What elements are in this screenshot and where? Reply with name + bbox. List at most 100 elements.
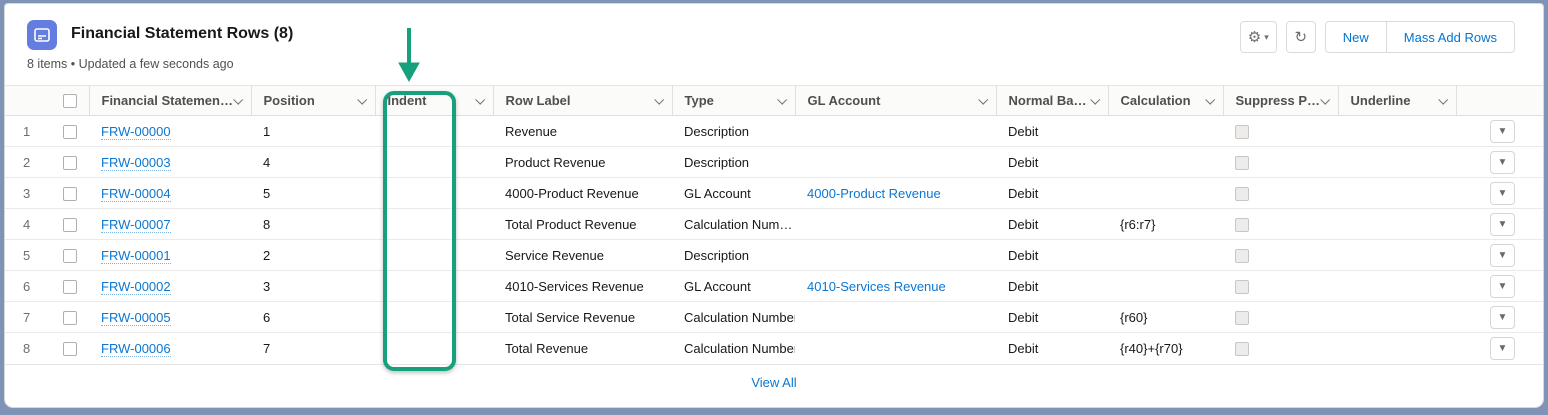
- row-checkbox[interactable]: [63, 187, 77, 201]
- position-cell: 6: [251, 302, 375, 333]
- underline-cell: [1338, 333, 1456, 364]
- column-header-gl-account[interactable]: GL Account: [795, 86, 996, 116]
- chevron-down-icon[interactable]: [357, 95, 367, 105]
- row-actions-button[interactable]: ▼: [1490, 306, 1515, 329]
- table-row: 5FRW-000012Service RevenueDescriptionDeb…: [5, 240, 1543, 271]
- indent-cell: [375, 147, 493, 178]
- chevron-down-icon[interactable]: [1090, 95, 1100, 105]
- column-header-position[interactable]: Position: [251, 86, 375, 116]
- row-checkbox[interactable]: [63, 280, 77, 294]
- table-row: 6FRW-0000234010-Services RevenueGL Accou…: [5, 271, 1543, 302]
- row-checkbox[interactable]: [63, 156, 77, 170]
- list-settings-button[interactable]: ⚙ ▾: [1240, 21, 1277, 53]
- row-checkbox[interactable]: [63, 342, 77, 356]
- column-header-normal-balance[interactable]: Normal Ba…: [996, 86, 1108, 116]
- chevron-down-icon[interactable]: [1205, 95, 1215, 105]
- row-actions-cell: ▼: [1456, 240, 1543, 271]
- normal-balance-cell: Debit: [996, 178, 1108, 209]
- row-select-cell: [51, 147, 89, 178]
- new-button[interactable]: New: [1325, 21, 1387, 53]
- record-name-cell: FRW-00007: [89, 209, 251, 240]
- list-meta-text: 8 items • Updated a few seconds ago: [27, 57, 234, 71]
- calculation-cell: [1108, 271, 1223, 302]
- type-cell: GL Account: [672, 178, 795, 209]
- row-checkbox[interactable]: [63, 249, 77, 263]
- underline-cell: [1338, 271, 1456, 302]
- calculation-cell: [1108, 240, 1223, 271]
- table-body: 1FRW-000001RevenueDescriptionDebit▼2FRW-…: [5, 116, 1543, 364]
- column-header-calculation[interactable]: Calculation: [1108, 86, 1223, 116]
- row-number: 5: [5, 240, 51, 271]
- column-header-row-label[interactable]: Row Label: [493, 86, 672, 116]
- record-link[interactable]: FRW-00002: [101, 279, 171, 295]
- record-link[interactable]: FRW-00005: [101, 310, 171, 326]
- row-label-cell: 4010-Services Revenue: [493, 271, 672, 302]
- row-checkbox[interactable]: [63, 218, 77, 232]
- position-cell: 1: [251, 116, 375, 147]
- chevron-down-icon[interactable]: [475, 95, 485, 105]
- column-header-suppress[interactable]: Suppress P…: [1223, 86, 1338, 116]
- record-name-cell: FRW-00006: [89, 333, 251, 364]
- record-link[interactable]: FRW-00000: [101, 124, 171, 140]
- column-header-type[interactable]: Type: [672, 86, 795, 116]
- gl-account-link[interactable]: 4000-Product Revenue: [807, 186, 941, 201]
- row-number: 1: [5, 116, 51, 147]
- suppress-checkbox: [1235, 249, 1249, 263]
- chevron-down-icon[interactable]: [233, 95, 243, 105]
- row-actions-button[interactable]: ▼: [1490, 244, 1515, 267]
- column-header-indent[interactable]: Indent: [375, 86, 493, 116]
- row-number-header: [5, 86, 51, 116]
- row-actions-button[interactable]: ▼: [1490, 213, 1515, 236]
- column-header-financial-statement[interactable]: Financial Statemen…: [89, 86, 251, 116]
- select-all-header: [51, 86, 89, 116]
- mass-add-rows-button[interactable]: Mass Add Rows: [1386, 21, 1515, 53]
- record-link[interactable]: FRW-00003: [101, 155, 171, 171]
- row-actions-button[interactable]: ▼: [1490, 275, 1515, 298]
- row-actions-button[interactable]: ▼: [1490, 182, 1515, 205]
- table-row: 7FRW-000056Total Service RevenueCalculat…: [5, 302, 1543, 333]
- underline-cell: [1338, 209, 1456, 240]
- row-actions-button[interactable]: ▼: [1490, 120, 1515, 143]
- row-checkbox[interactable]: [63, 311, 77, 325]
- refresh-icon: ↻: [1294, 28, 1307, 46]
- indent-cell: [375, 116, 493, 147]
- chevron-down-icon[interactable]: [777, 95, 787, 105]
- gl-account-link[interactable]: 4010-Services Revenue: [807, 279, 946, 294]
- row-actions-header: [1456, 86, 1543, 116]
- view-all-link[interactable]: View All: [751, 375, 796, 390]
- suppress-cell: [1223, 333, 1338, 364]
- row-select-cell: [51, 116, 89, 147]
- chevron-down-icon[interactable]: [654, 95, 664, 105]
- row-actions-button[interactable]: ▼: [1490, 151, 1515, 174]
- chevron-down-icon[interactable]: [1320, 95, 1330, 105]
- row-select-cell: [51, 178, 89, 209]
- calculation-cell: {r60}: [1108, 302, 1223, 333]
- position-cell: 2: [251, 240, 375, 271]
- type-cell: Calculation Number: [672, 333, 795, 364]
- row-label-cell: Total Revenue: [493, 333, 672, 364]
- record-name-cell: FRW-00000: [89, 116, 251, 147]
- record-link[interactable]: FRW-00004: [101, 186, 171, 202]
- calculation-cell: {r6:r7}: [1108, 209, 1223, 240]
- view-all-bar: View All: [5, 364, 1543, 401]
- table-row: 2FRW-000034Product RevenueDescriptionDeb…: [5, 147, 1543, 178]
- position-cell: 3: [251, 271, 375, 302]
- chevron-down-icon[interactable]: [1438, 95, 1448, 105]
- row-number: 4: [5, 209, 51, 240]
- chevron-down-icon[interactable]: [978, 95, 988, 105]
- record-link[interactable]: FRW-00007: [101, 217, 171, 233]
- gl-account-cell: [795, 240, 996, 271]
- refresh-button[interactable]: ↻: [1286, 21, 1316, 53]
- row-actions-button[interactable]: ▼: [1490, 337, 1515, 360]
- record-link[interactable]: FRW-00001: [101, 248, 171, 264]
- select-all-checkbox[interactable]: [63, 94, 77, 108]
- suppress-cell: [1223, 271, 1338, 302]
- suppress-checkbox: [1235, 218, 1249, 232]
- row-actions-cell: ▼: [1456, 209, 1543, 240]
- row-checkbox[interactable]: [63, 125, 77, 139]
- suppress-checkbox: [1235, 187, 1249, 201]
- gear-icon: ⚙: [1248, 28, 1261, 46]
- column-header-underline[interactable]: Underline: [1338, 86, 1456, 116]
- gl-account-cell: 4000-Product Revenue: [795, 178, 996, 209]
- record-link[interactable]: FRW-00006: [101, 341, 171, 357]
